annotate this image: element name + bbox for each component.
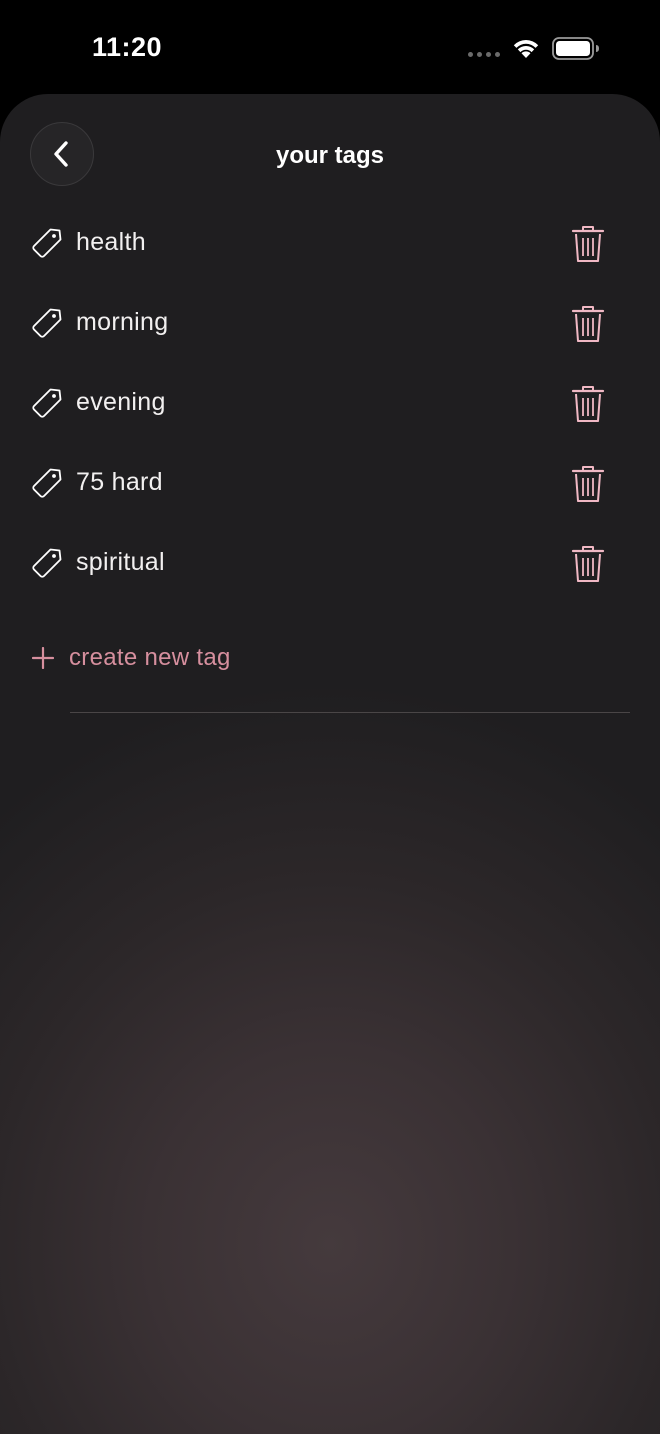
tags-sheet: your tags health morning evening 75 hard…: [0, 94, 660, 1434]
wifi-icon: [513, 40, 539, 58]
trash-icon[interactable]: [570, 464, 606, 504]
trash-icon[interactable]: [570, 544, 606, 584]
tag-icon: [32, 548, 62, 578]
tag-label: evening: [76, 388, 166, 416]
trash-icon[interactable]: [570, 384, 606, 424]
trash-icon[interactable]: [570, 304, 606, 344]
plus-icon: [32, 647, 54, 669]
tag-row-evening[interactable]: evening: [0, 364, 660, 444]
tag-row-spiritual[interactable]: spiritual: [0, 524, 660, 604]
page-title: your tags: [275, 142, 385, 169]
tag-icon: [32, 308, 62, 338]
tag-icon: [32, 388, 62, 418]
battery-icon: [552, 37, 599, 60]
trash-icon[interactable]: [570, 224, 606, 264]
tag-row-morning[interactable]: morning: [0, 284, 660, 364]
tag-icon: [32, 228, 62, 258]
cellular-signal-icon: [468, 52, 502, 58]
tag-label: spiritual: [76, 548, 165, 576]
divider: [70, 712, 630, 713]
tag-row-health[interactable]: health: [0, 204, 660, 284]
tag-icon: [32, 468, 62, 498]
tag-list: health morning evening 75 hard spiritual: [0, 204, 660, 604]
tag-label: morning: [76, 308, 169, 336]
status-bar: 11:20: [0, 0, 660, 94]
tag-row-75-hard[interactable]: 75 hard: [0, 444, 660, 524]
tag-label: 75 hard: [76, 468, 163, 496]
create-new-tag-button[interactable]: create new tag: [0, 634, 660, 684]
status-time: 11:20: [92, 32, 163, 62]
create-new-tag-label: create new tag: [69, 644, 231, 671]
tag-label: health: [76, 228, 146, 256]
